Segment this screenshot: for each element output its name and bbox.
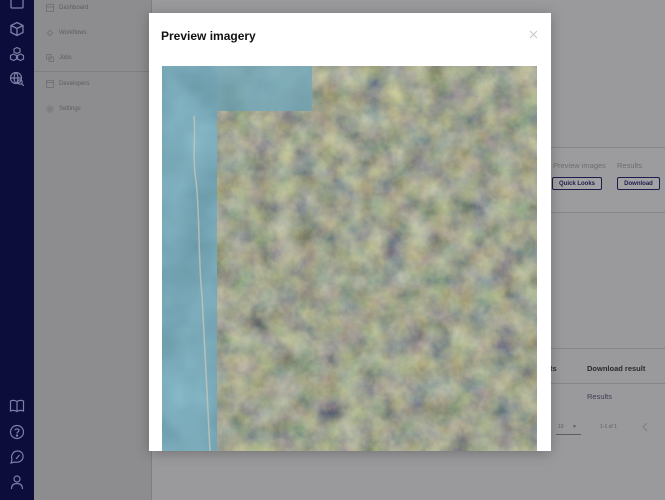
quick-looks-button[interactable]: Quick Looks [552,177,602,190]
nav-item-label: Jobs [59,55,72,61]
pagination-range: 1-1 of 1 [600,424,617,430]
nav-item-workflows[interactable]: Workflows [46,26,87,40]
nav-item-label: Dashboard [59,5,89,11]
nav-item-dashboard[interactable]: Dashboard [46,1,88,15]
jobs-icon [46,54,54,62]
feedback-icon[interactable] [9,449,25,465]
page-size-select[interactable]: 10 ▼ [556,420,581,435]
page-size-value: 10 [558,424,564,430]
dashboard-icon [46,4,54,12]
download-button[interactable]: Download [617,177,660,190]
workflows-icon [46,29,54,37]
docs-book-icon[interactable] [9,398,25,414]
chevron-down-icon: ▼ [572,424,577,430]
help-icon[interactable] [9,424,25,440]
cube-icon[interactable] [9,21,25,37]
nav-item-label: Settings [59,106,81,112]
nav-item-developers[interactable]: Developers [46,77,89,91]
results-heading: Results [617,161,643,170]
preview-imagery-modal: Preview imagery [149,13,551,451]
nav-divider [34,71,151,72]
settings-icon [46,105,54,113]
catalog-icon[interactable] [9,46,25,62]
nav-item-label: Workflows [59,30,87,36]
search-globe-icon[interactable] [9,71,25,87]
side-navigation: Dashboard Workflows Jobs Developers Sett… [34,0,152,500]
nav-item-label: Developers [59,81,90,87]
chevron-left-icon[interactable] [640,421,650,433]
results-download-link[interactable]: Results [587,392,612,401]
developers-icon [46,80,54,88]
icon-rail [0,0,34,500]
nav-item-jobs[interactable]: Jobs [46,51,72,65]
projects-icon[interactable] [9,0,25,10]
nav-item-settings[interactable]: Settings [46,102,81,116]
column-header-download-result: Download result [587,364,646,373]
close-icon[interactable] [529,30,538,39]
modal-title: Preview imagery [161,29,256,43]
preview-images-heading: Preview images [553,161,606,170]
column-header-partial: ts [550,364,557,373]
satellite-quicklook-image [162,66,537,451]
user-icon[interactable] [9,474,25,490]
